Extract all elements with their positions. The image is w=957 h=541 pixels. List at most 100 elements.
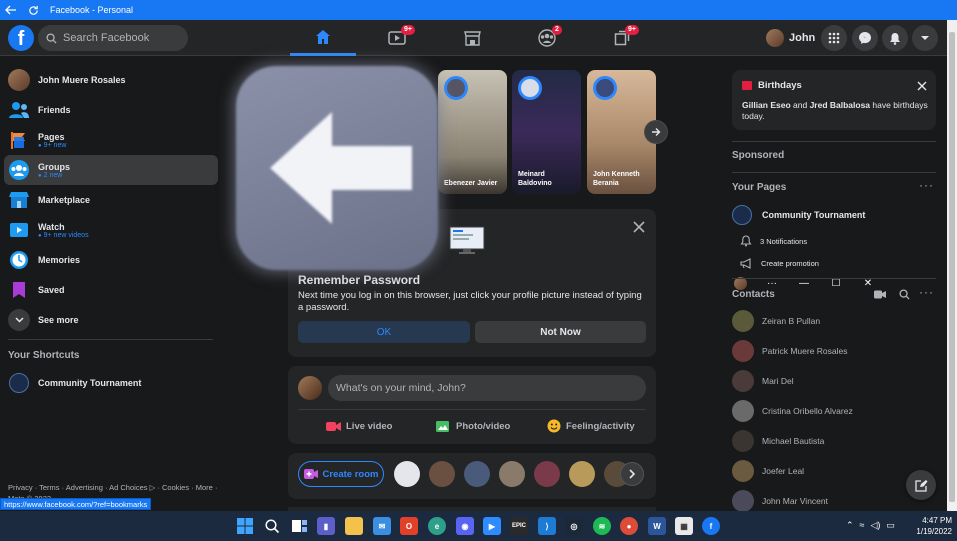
- file-explorer-icon[interactable]: [345, 517, 363, 535]
- sidebar-item-marketplace[interactable]: Marketplace: [4, 185, 218, 215]
- back-arrow-icon[interactable]: [0, 0, 22, 20]
- contact-item[interactable]: Mari Del: [732, 369, 794, 393]
- pages-more-icon[interactable]: ···: [919, 178, 934, 192]
- sidebar-item-profile[interactable]: John Muere Rosales: [4, 65, 218, 95]
- spotify-icon[interactable]: ≋: [593, 517, 611, 535]
- stories-next-button[interactable]: [644, 120, 668, 144]
- photo-video-button[interactable]: Photo/video: [436, 416, 510, 436]
- new-message-button[interactable]: [906, 470, 936, 500]
- birthday-name[interactable]: Jred Balbalosa: [810, 100, 870, 110]
- store-icon[interactable]: ▦: [675, 517, 693, 535]
- page-scrollbar[interactable]: [947, 20, 957, 511]
- sidebar-item-saved[interactable]: Saved: [4, 275, 218, 305]
- contact-name: Joefer Leal: [762, 466, 805, 476]
- create-room-button[interactable]: Create room: [298, 461, 384, 487]
- zoom-icon[interactable]: ▶: [483, 517, 501, 535]
- epic-games-icon[interactable]: EPIC: [510, 517, 528, 535]
- feeling-activity-button[interactable]: Feeling/activity: [547, 416, 635, 436]
- friends-icon: [8, 99, 30, 121]
- search-icon[interactable]: [899, 289, 910, 300]
- tab-home[interactable]: [290, 20, 356, 56]
- notifications-button[interactable]: [882, 25, 908, 51]
- card-title: Remember Password: [298, 273, 421, 287]
- contact-item[interactable]: John Mar Vincent: [732, 489, 828, 513]
- word-icon[interactable]: W: [648, 517, 666, 535]
- contact-item[interactable]: Cristina Oribello Alvarez: [732, 399, 853, 423]
- vscode-icon[interactable]: ⟩: [538, 517, 556, 535]
- contact-item[interactable]: Joefer Leal: [732, 459, 804, 483]
- sidebar-item-see-more[interactable]: See more: [4, 305, 218, 335]
- page-notifications[interactable]: 3 Notifications: [740, 233, 807, 249]
- photo-icon: [436, 420, 449, 432]
- menu-button[interactable]: [821, 25, 847, 51]
- office-icon[interactable]: O: [400, 517, 418, 535]
- tab-gaming[interactable]: 9+: [589, 20, 655, 56]
- watch-badge: 9+: [401, 25, 415, 35]
- sidebar-item-label: Pages: [38, 131, 65, 142]
- shortcut-community-tournament[interactable]: Community Tournament: [4, 368, 218, 398]
- wifi-icon[interactable]: ≈: [860, 520, 865, 531]
- volume-icon[interactable]: ◁): [871, 520, 881, 531]
- messenger-button[interactable]: [852, 25, 878, 51]
- not-now-button[interactable]: Not Now: [475, 321, 646, 343]
- tab-watch[interactable]: 9+: [364, 20, 430, 56]
- windows-start-icon[interactable]: [236, 517, 254, 535]
- chevron-up-icon[interactable]: ⌃: [846, 520, 854, 531]
- rooms-next-button[interactable]: [620, 462, 644, 486]
- battery-icon[interactable]: ▭: [886, 520, 895, 531]
- sidebar-item-pages[interactable]: Pages 9+ new: [4, 125, 218, 155]
- avatar[interactable]: [394, 461, 420, 487]
- contact-item[interactable]: Zeiran B Pullan: [732, 309, 820, 333]
- close-icon[interactable]: [630, 218, 648, 236]
- back-arrow-overlay-icon: [236, 66, 438, 270]
- story-card[interactable]: Ebenezer Javier: [438, 70, 507, 194]
- profile-chip[interactable]: John: [766, 26, 815, 50]
- tab-marketplace[interactable]: [439, 20, 505, 56]
- avatar[interactable]: [429, 461, 455, 487]
- avatar[interactable]: [464, 461, 490, 487]
- shortcut-label: Community Tournament: [38, 378, 142, 388]
- sidebar-item-sub: 9+ new videos: [38, 232, 89, 239]
- mail-icon[interactable]: ✉: [373, 517, 391, 535]
- page-create-promotion[interactable]: Create promotion: [740, 255, 819, 271]
- avatar[interactable]: [569, 461, 595, 487]
- footer-links[interactable]: Privacy · Terms · Advertising · Ad Choic…: [8, 482, 223, 498]
- birthday-name[interactable]: Gillian Eseo: [742, 100, 791, 110]
- status-input[interactable]: What's on your mind, John?: [328, 375, 646, 401]
- account-button[interactable]: [912, 25, 938, 51]
- contacts-heading: Contacts: [732, 289, 775, 300]
- avatar[interactable]: [534, 461, 560, 487]
- video-call-icon[interactable]: [874, 290, 886, 299]
- search-icon[interactable]: [263, 517, 281, 535]
- discord-icon[interactable]: ◉: [456, 517, 474, 535]
- contacts-more-icon[interactable]: ···: [919, 285, 934, 299]
- sidebar-item-memories[interactable]: Memories: [4, 245, 218, 275]
- contact-item[interactable]: Michael Bautista: [732, 429, 824, 453]
- avatar: [298, 376, 322, 400]
- steam-icon[interactable]: ◎: [565, 517, 583, 535]
- taskbar-clock[interactable]: 4:47 PM 1/19/2022: [906, 515, 952, 537]
- edge-icon[interactable]: e: [428, 517, 446, 535]
- sidebar-item-watch[interactable]: Watch 9+ new videos: [4, 215, 218, 245]
- chrome-icon[interactable]: ●: [620, 517, 638, 535]
- contact-item[interactable]: Patrick Muere Rosales: [732, 339, 848, 363]
- window-title: Facebook - Personal: [50, 5, 134, 15]
- facebook-logo-icon[interactable]: f: [8, 25, 34, 51]
- avatar: [766, 29, 784, 47]
- live-video-button[interactable]: Live video: [326, 416, 392, 436]
- task-view-icon[interactable]: [290, 517, 308, 535]
- story-card[interactable]: Meinard Baldovino: [512, 70, 581, 194]
- sidebar-item-friends[interactable]: Friends: [4, 95, 218, 125]
- sidebar-item-groups[interactable]: Groups 2 new: [4, 155, 218, 185]
- refresh-icon[interactable]: [22, 0, 44, 20]
- facebook-app-icon[interactable]: f: [702, 517, 720, 535]
- tab-groups[interactable]: 2: [514, 20, 580, 56]
- avatar[interactable]: [499, 461, 525, 487]
- search-input[interactable]: Search Facebook: [38, 25, 188, 51]
- teams-chat-icon[interactable]: ▮: [317, 517, 335, 535]
- close-icon[interactable]: [916, 80, 928, 92]
- sidebar-item-sub: 9+ new: [38, 142, 67, 149]
- scrollbar-thumb[interactable]: [949, 32, 955, 502]
- ok-button[interactable]: OK: [298, 321, 470, 343]
- page-community-tournament[interactable]: Community Tournament: [732, 204, 865, 226]
